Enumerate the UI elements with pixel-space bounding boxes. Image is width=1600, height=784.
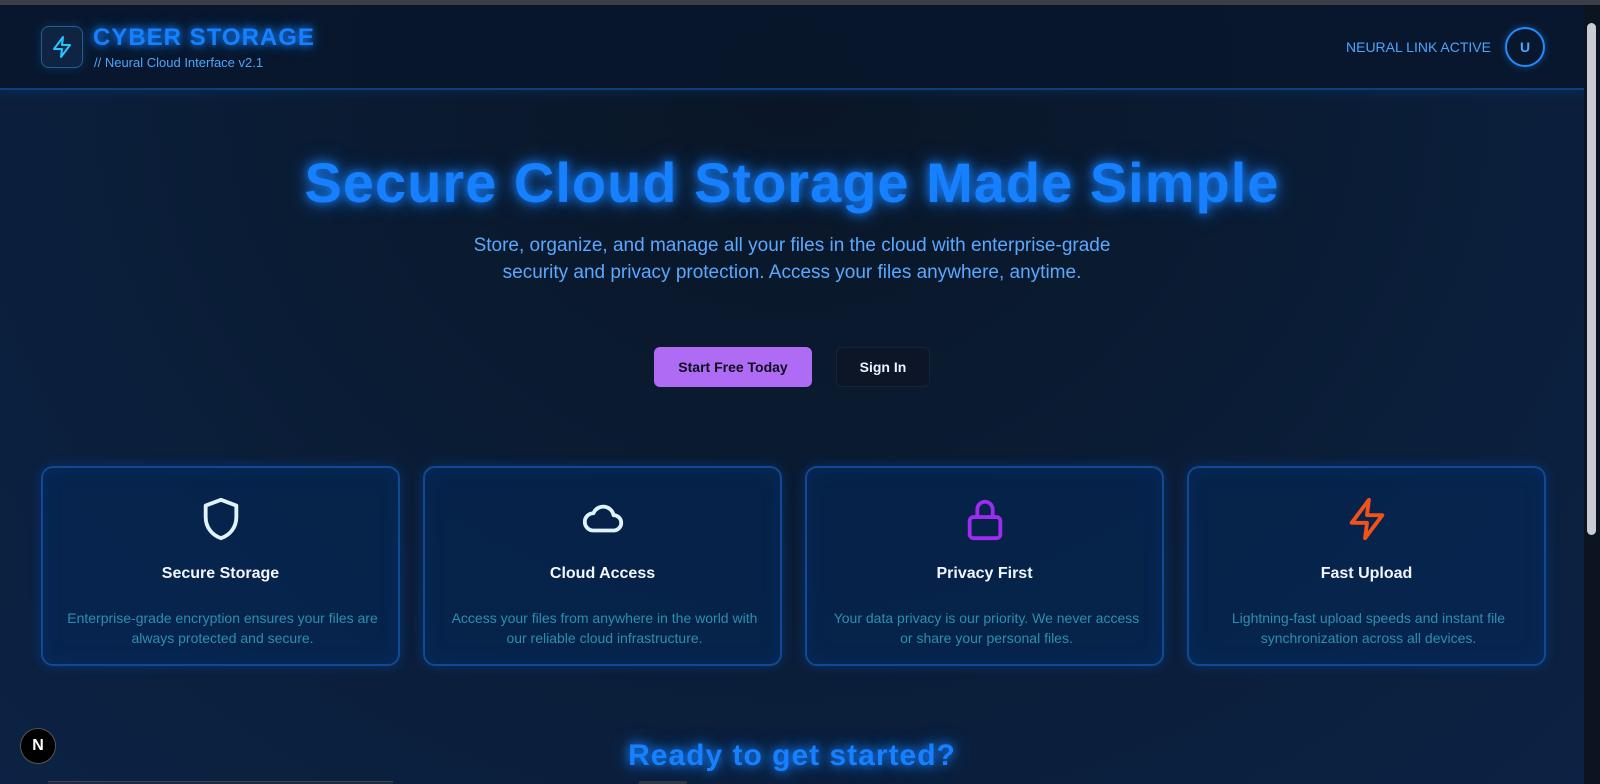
- app-header: CYBER STORAGE // Neural Cloud Interface …: [0, 5, 1584, 90]
- cta-title: Ready to get started?: [628, 739, 956, 772]
- feature-card-cloud-access: Cloud Access Access your files from anyw…: [423, 466, 782, 666]
- hero-title: Secure Cloud Storage Made Simple: [304, 151, 1280, 214]
- feature-title: Fast Upload: [1320, 565, 1413, 582]
- start-free-button[interactable]: Start Free Today: [654, 347, 812, 387]
- cloud-icon: [582, 504, 623, 533]
- vertical-scrollbar[interactable]: [1584, 5, 1600, 784]
- avatar[interactable]: U: [1505, 27, 1545, 67]
- dev-tools-badge[interactable]: N: [20, 728, 56, 764]
- lightning-icon: [53, 36, 71, 58]
- hero-description: Store, organize, and manage all your fil…: [473, 235, 1111, 283]
- shield-icon: [203, 497, 238, 541]
- feature-card-fast-upload: Fast Upload Lightning-fast upload speeds…: [1187, 466, 1546, 666]
- brand-subtitle: // Neural Cloud Interface v2.1: [94, 55, 264, 70]
- lightning-icon: [1349, 497, 1384, 541]
- feature-title: Cloud Access: [549, 565, 656, 582]
- page: CYBER STORAGE // Neural Cloud Interface …: [0, 5, 1584, 784]
- feature-card-secure-storage: Secure Storage Enterprise-grade encrypti…: [41, 466, 400, 666]
- sign-in-button[interactable]: Sign In: [836, 347, 930, 387]
- feature-description: Enterprise-grade encryption ensures your…: [67, 610, 378, 646]
- feature-description: Lightning-fast upload speeds and instant…: [1231, 610, 1506, 646]
- status-text: NEURAL LINK ACTIVE: [1346, 39, 1491, 55]
- feature-title: Privacy First: [936, 565, 1033, 582]
- feature-title: Secure Storage: [161, 565, 280, 582]
- scrollbar-thumb[interactable]: [1587, 23, 1596, 535]
- feature-card-privacy-first: Privacy First Your data privacy is our p…: [805, 466, 1164, 666]
- feature-description: Your data privacy is our priority. We ne…: [833, 610, 1140, 646]
- brand-title: CYBER STORAGE: [93, 24, 315, 51]
- feature-description: Access your files from anywhere in the w…: [451, 610, 758, 646]
- logo[interactable]: [41, 26, 83, 68]
- lock-icon: [967, 499, 1002, 541]
